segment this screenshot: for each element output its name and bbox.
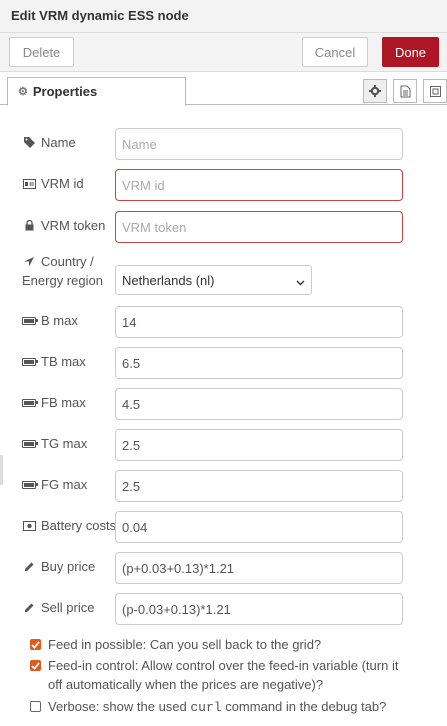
verbose-option: Verbose: show the used curl command in t… <box>30 697 410 717</box>
tb-max-row: TB max 6.5 <box>22 347 412 379</box>
chevron-down-icon <box>296 274 305 289</box>
verbose-checkbox[interactable] <box>30 701 41 712</box>
vrm-id-label: VRM id <box>41 176 84 191</box>
country-select-value: Netherlands (nl) <box>122 272 215 288</box>
battery-costs-input[interactable]: 0.04 <box>115 511 403 543</box>
description-tab-icon[interactable] <box>393 79 417 103</box>
vrm-id-row: VRM id VRM id <box>22 169 412 201</box>
verbose-label: Verbose: show the used curl command in t… <box>48 699 387 715</box>
feed-in-control-label: Feed-in control: Allow control over the … <box>48 658 399 692</box>
lock-icon <box>22 220 36 231</box>
frame-icon <box>429 85 441 97</box>
document-icon <box>400 85 410 97</box>
feed-in-possible-option: Feed in possible: Can you sell back to t… <box>30 635 410 654</box>
country-label-line2: Energy region <box>22 273 103 288</box>
gear-icon <box>369 85 381 97</box>
name-input[interactable]: Name <box>115 128 403 160</box>
tg-max-label: TG max <box>41 436 88 451</box>
battery-icon <box>22 316 38 325</box>
battery-icon <box>22 480 38 489</box>
tab-properties-label: Properties <box>32 84 98 99</box>
tg-max-row: TG max 2.5 <box>22 429 412 461</box>
dialog-toolbar: Delete Cancel Done <box>0 33 447 72</box>
b-max-row: B max 14 <box>22 306 412 338</box>
appearance-tab-icon[interactable] <box>423 79 447 103</box>
vrm-token-input[interactable]: VRM token <box>115 211 403 243</box>
fg-max-row: FG max 2.5 <box>22 470 412 502</box>
fb-max-input[interactable]: 4.5 <box>115 388 403 420</box>
b-max-label: B max <box>41 313 78 328</box>
pencil-icon <box>22 603 36 613</box>
vrm-token-row: VRM token VRM token <box>22 211 412 243</box>
buy-price-label: Buy price <box>41 559 96 574</box>
name-label: Name <box>41 135 76 150</box>
check-icon <box>31 640 40 649</box>
check-icon <box>31 661 40 670</box>
feed-in-control-option: Feed-in control: Allow control over the … <box>30 656 410 694</box>
gear-icon: ⚙ <box>18 86 28 98</box>
cancel-button[interactable]: Cancel <box>302 37 368 67</box>
name-row: Name Name <box>22 128 412 160</box>
tg-max-input[interactable]: 2.5 <box>115 429 403 461</box>
feed-in-possible-checkbox[interactable] <box>30 639 41 650</box>
feed-in-possible-label: Feed in possible: Can you sell back to t… <box>48 637 322 652</box>
resize-handle[interactable] <box>0 455 3 485</box>
battery-icon <box>22 398 38 407</box>
sell-price-input[interactable]: (p-0.03+0.13)*1.21 <box>115 593 403 625</box>
buy-price-row: Buy price (p+0.03+0.13)*1.21 <box>22 552 412 584</box>
fb-max-row: FB max 4.5 <box>22 388 412 420</box>
fg-max-input[interactable]: 2.5 <box>115 470 403 502</box>
fg-max-label: FG max <box>41 477 88 492</box>
country-select[interactable]: Netherlands (nl) <box>115 265 312 295</box>
sell-price-label: Sell price <box>41 600 95 615</box>
battery-icon <box>22 439 38 448</box>
vrm-token-label: VRM token <box>41 218 106 233</box>
buy-price-input[interactable]: (p+0.03+0.13)*1.21 <box>115 552 403 584</box>
dialog-title: Edit VRM dynamic ESS node <box>0 0 447 33</box>
sell-price-row: Sell price (p-0.03+0.13)*1.21 <box>22 593 412 625</box>
money-icon <box>22 520 36 531</box>
battery-icon <box>22 357 38 366</box>
fb-max-label: FB max <box>41 395 86 410</box>
settings-tab-icon[interactable] <box>363 79 387 103</box>
tb-max-input[interactable]: 6.5 <box>115 347 403 379</box>
vrm-id-input[interactable]: VRM id <box>115 169 403 201</box>
country-row: Country / Energy region Netherlands (nl) <box>22 252 412 295</box>
battery-costs-row: Battery costs 0.04 <box>22 511 412 543</box>
feed-in-control-checkbox[interactable] <box>30 660 41 671</box>
tab-properties[interactable]: ⚙ Properties <box>7 77 186 106</box>
tag-icon <box>22 137 36 148</box>
location-arrow-icon <box>22 256 36 267</box>
delete-button[interactable]: Delete <box>9 37 74 67</box>
tb-max-label: TB max <box>41 354 86 369</box>
pencil-icon <box>22 562 36 572</box>
done-button[interactable]: Done <box>382 37 439 67</box>
country-label-line1: Country / <box>41 254 94 269</box>
id-card-icon <box>22 178 36 189</box>
battery-costs-label: Battery costs <box>41 518 117 533</box>
b-max-input[interactable]: 14 <box>115 306 403 338</box>
